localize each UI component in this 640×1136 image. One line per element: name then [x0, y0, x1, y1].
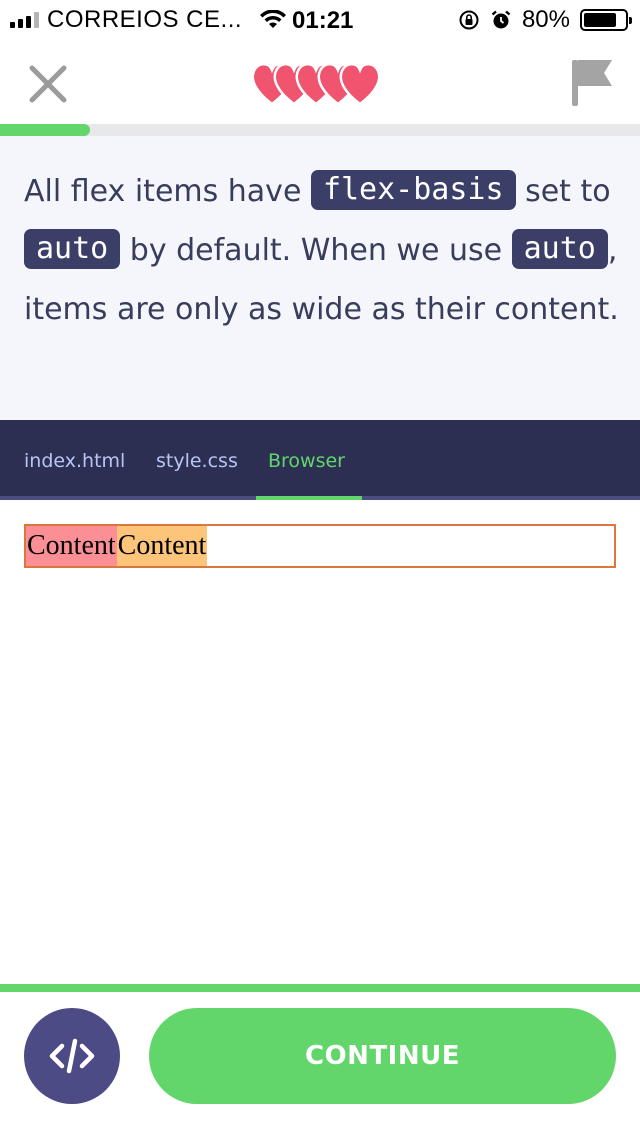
lesson-text-1: All flex items have — [24, 174, 311, 209]
battery-icon — [580, 9, 632, 31]
bottom-divider — [0, 984, 640, 992]
lesson-panel: All flex items have flex-basis set to au… — [0, 136, 640, 420]
app-screen: CORREIOS CE... 01:21 80% All flex items … — [0, 0, 640, 1136]
code-icon — [49, 1038, 95, 1074]
close-icon[interactable] — [26, 62, 70, 106]
code-auto-2: auto — [511, 229, 608, 269]
lesson-text-3: by default. When we use — [120, 233, 512, 268]
wifi-icon — [260, 10, 287, 28]
alarm-icon — [491, 10, 511, 29]
lesson-text: All flex items have flex-basis set to au… — [24, 162, 624, 339]
status-time: 01:21 — [292, 7, 354, 34]
code-auto-1: auto — [24, 229, 121, 269]
status-right: 80% — [458, 0, 632, 40]
flex-item-1: Content — [26, 526, 117, 566]
editor-tabs: index.html style.css Browser — [0, 420, 640, 500]
active-tab-indicator — [256, 496, 362, 500]
hearts-icon — [251, 62, 381, 106]
bottom-bar: CONTINUE — [0, 984, 640, 1136]
carrier-name: CORREIOS CE... — [47, 6, 243, 33]
lesson-text-2: set to — [515, 174, 611, 209]
lesson-header — [0, 40, 640, 124]
continue-button[interactable]: CONTINUE — [149, 1008, 616, 1104]
rotation-lock-icon — [459, 10, 479, 30]
lesson-progress-bar — [0, 124, 640, 136]
signal-icon — [10, 12, 39, 28]
code-flex-basis: flex-basis — [310, 170, 516, 210]
tab-style-css[interactable]: style.css — [156, 450, 238, 472]
status-bar: CORREIOS CE... 01:21 80% — [0, 0, 640, 40]
lesson-progress-fill — [0, 124, 90, 136]
flag-icon[interactable] — [568, 56, 616, 108]
tab-index-html[interactable]: index.html — [24, 450, 125, 472]
browser-preview: Content Content — [0, 500, 640, 984]
code-button[interactable] — [24, 1008, 120, 1104]
tab-browser[interactable]: Browser — [268, 450, 345, 472]
flex-container: Content Content — [24, 524, 616, 568]
battery-percent: 80% — [521, 6, 570, 33]
flex-item-2: Content — [116, 526, 208, 566]
